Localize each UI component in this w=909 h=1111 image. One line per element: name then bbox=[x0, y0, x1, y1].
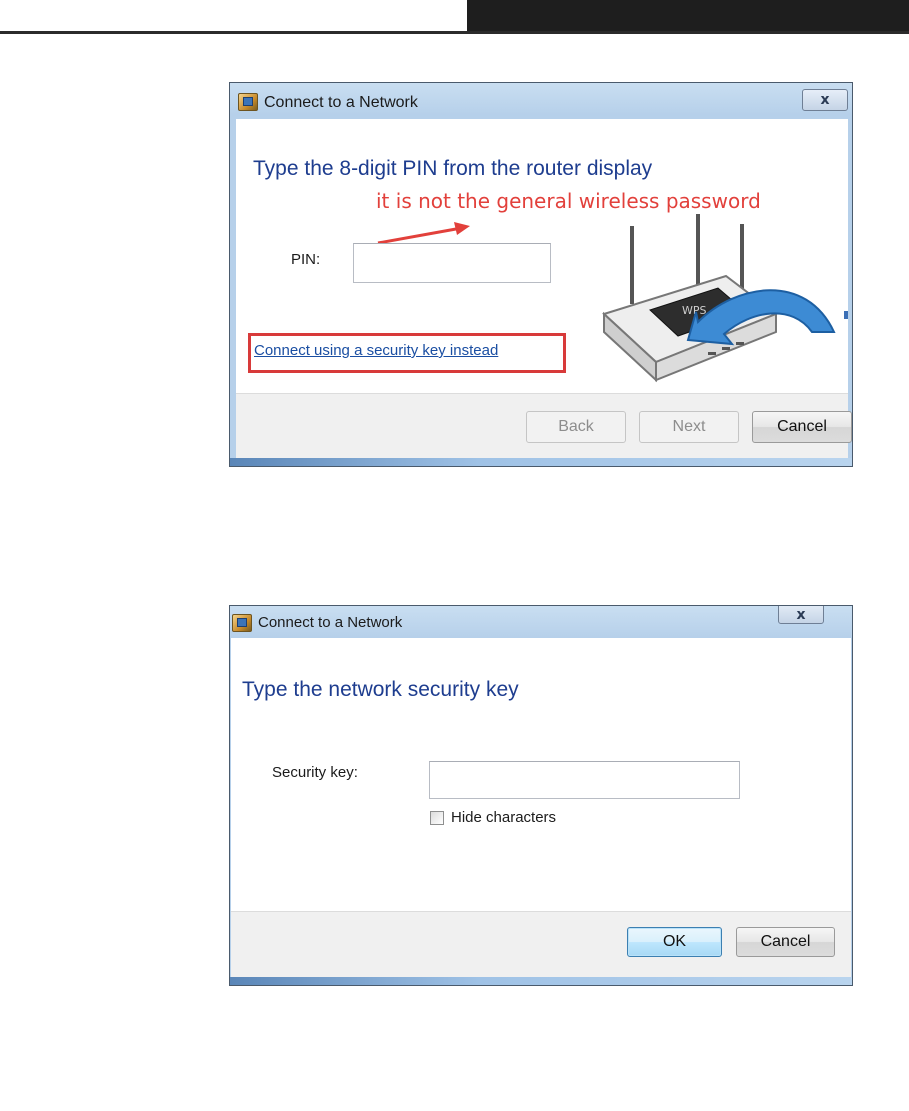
link-highlight-box bbox=[248, 333, 566, 373]
key-dialog-footer: OK Cancel bbox=[231, 911, 851, 980]
hide-characters-checkbox[interactable] bbox=[430, 811, 444, 825]
security-key-label: Security key: bbox=[272, 764, 358, 781]
pin-dialog-content: Type the 8-digit PIN from the router dis… bbox=[236, 119, 848, 393]
pin-dialog-bottom-frame bbox=[230, 458, 852, 466]
security-key-input[interactable] bbox=[429, 761, 740, 799]
page-header-rule bbox=[0, 31, 909, 34]
key-dialog-heading: Type the network security key bbox=[242, 678, 519, 701]
pin-input[interactable] bbox=[353, 243, 551, 283]
cancel-button[interactable]: Cancel bbox=[736, 927, 835, 957]
pin-dialog-title: Connect to a Network bbox=[264, 94, 418, 111]
key-dialog-titlebar: Connect to a Network x bbox=[230, 606, 852, 640]
cancel-button[interactable]: Cancel bbox=[752, 411, 852, 443]
ok-button[interactable]: OK bbox=[627, 927, 722, 957]
next-button[interactable]: Next bbox=[639, 411, 739, 443]
key-dialog: Connect to a Network x Type the network … bbox=[229, 605, 853, 986]
pin-dialog: Connect to a Network x Type the 8-digit … bbox=[229, 82, 853, 467]
network-app-icon bbox=[232, 614, 252, 632]
key-dialog-content: Type the network security key Security k… bbox=[231, 638, 851, 911]
page-header-bar bbox=[467, 0, 909, 34]
pin-annotation-text: it is not the general wireless password bbox=[376, 189, 761, 213]
pin-dialog-titlebar: Connect to a Network x bbox=[230, 83, 852, 117]
pin-dialog-footer: Back Next Cancel bbox=[236, 393, 852, 461]
router-illustration: WPS bbox=[602, 214, 836, 383]
key-dialog-title: Connect to a Network bbox=[258, 614, 403, 631]
pin-dialog-close-button[interactable]: x bbox=[802, 89, 848, 111]
back-button[interactable]: Back bbox=[526, 411, 626, 443]
key-dialog-close-button[interactable]: x bbox=[778, 606, 824, 624]
hide-characters-label[interactable]: Hide characters bbox=[451, 809, 556, 826]
pin-label: PIN: bbox=[291, 251, 321, 268]
pin-dialog-heading: Type the 8-digit PIN from the router dis… bbox=[253, 157, 653, 180]
key-dialog-bottom-frame bbox=[230, 977, 852, 985]
network-app-icon bbox=[238, 93, 258, 111]
scroll-marker bbox=[844, 311, 848, 319]
